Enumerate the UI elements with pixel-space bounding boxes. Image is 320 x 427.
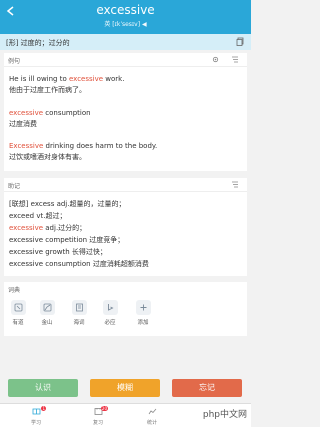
notes-header: 助记: [4, 178, 247, 192]
meaning-bar: [形] 过度的；过分的: [0, 34, 251, 50]
review-badge: 20: [100, 406, 108, 411]
top-bar: excessive 英 [ɪkˈsesɪv] ◀: [0, 0, 251, 34]
vague-button[interactable]: 模糊: [90, 379, 160, 397]
settings-icon[interactable]: [212, 56, 219, 63]
notes-title: 助记: [8, 183, 21, 190]
tab-label: 统计: [146, 420, 157, 426]
stats-icon: [148, 408, 156, 415]
tool-bing[interactable]: 必应: [98, 300, 122, 326]
note-line: excessive competition 过度竞争；: [9, 236, 125, 244]
tab-review[interactable]: 20 复习: [86, 406, 110, 426]
dictionary-card: 词典 有道 金山 海词 必应 添加: [4, 282, 247, 336]
watermark: php中文网: [202, 410, 247, 420]
note-line: [联想] excess adj.超量的，过量的；: [9, 200, 126, 208]
tool-add[interactable]: 添加: [131, 300, 155, 326]
tab-label: 复习: [92, 420, 103, 426]
note-line: exceed vt.超过；: [9, 212, 67, 220]
tool-label: 海词: [73, 320, 85, 326]
tool-label: 金山: [41, 320, 53, 326]
bottom-tab-bar: 1 学习 20 复习 统计 php中文网: [0, 403, 251, 427]
note-line: excessive adj.过分的；: [9, 224, 87, 232]
dictionary-header: 词典: [4, 282, 247, 295]
examples-card: 例句 He is ill owing to excessive work. 他由…: [4, 53, 247, 171]
example-3-zh: 过饮或嗜酒对身体有害。: [9, 153, 86, 161]
example-2-zh: 过度消费: [9, 120, 37, 128]
study-icon: [32, 408, 40, 415]
example-3-en: Excessive drinking does harm to the body…: [9, 142, 158, 150]
youdao-icon: [10, 300, 26, 315]
example-1-zh: 他由于过度工作而病了。: [9, 86, 86, 94]
dictionary-title: 词典: [8, 287, 21, 294]
filter-icon[interactable]: [231, 181, 239, 188]
tool-label: 有道: [12, 320, 24, 326]
tab-stats[interactable]: 统计: [140, 407, 164, 426]
kingsoft-icon: [39, 300, 55, 315]
example-1-en: He is ill owing to excessive work.: [9, 75, 125, 83]
tool-label: 添加: [137, 320, 149, 326]
tool-youdao[interactable]: 有道: [6, 300, 30, 326]
dict-icon: [71, 300, 87, 315]
examples-title: 例句: [8, 58, 21, 65]
tab-label: 学习: [30, 420, 41, 426]
know-button[interactable]: 认识: [8, 379, 78, 397]
bing-icon: [102, 300, 118, 315]
note-line: excessive growth 长得过快；: [9, 248, 107, 256]
add-icon: [135, 300, 151, 315]
examples-header: 例句: [4, 53, 247, 67]
example-2-en: excessive consumption: [9, 109, 91, 117]
notes-card: 助记 [联想] excess adj.超量的，过量的； exceed vt.超过…: [4, 178, 247, 276]
forget-button[interactable]: 忘记: [172, 379, 242, 397]
note-line: excessive consumption 过度消耗超额消费: [9, 260, 149, 268]
phonetic-label[interactable]: 英 [ɪkˈsesɪv] ◀: [0, 19, 251, 28]
tool-label: 必应: [104, 320, 116, 326]
tool-kingsoft[interactable]: 金山: [35, 300, 59, 326]
meaning-text: [形] 过度的；过分的: [6, 39, 70, 47]
copy-icon[interactable]: [236, 37, 245, 46]
tab-study[interactable]: 1 学习: [24, 406, 48, 426]
word-title: excessive: [96, 3, 155, 17]
study-badge: 1: [41, 406, 46, 411]
tool-haici[interactable]: 海词: [67, 300, 91, 326]
filter-icon[interactable]: [231, 56, 239, 63]
